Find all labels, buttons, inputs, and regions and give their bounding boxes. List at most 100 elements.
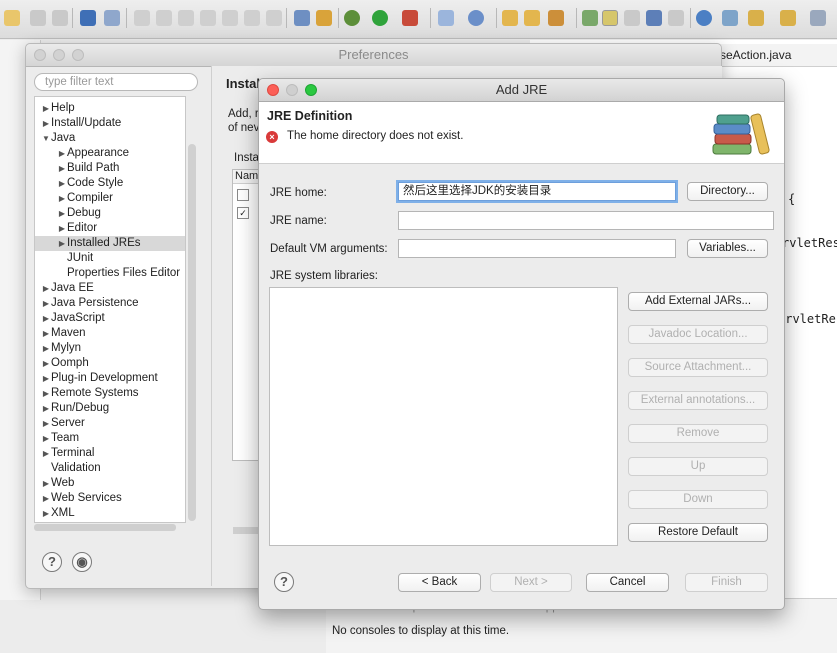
tree-item[interactable]: ▶ Terminal (35, 446, 185, 461)
chevron-right-icon[interactable]: ▶ (57, 191, 67, 206)
highlight-icon[interactable] (602, 10, 618, 26)
javadoc-location-button[interactable]: Javadoc Location... (628, 325, 768, 344)
close-button[interactable] (267, 84, 279, 96)
libraries-list[interactable] (269, 287, 618, 546)
zoom-button[interactable] (72, 49, 84, 61)
cancel-button[interactable]: Cancel (586, 573, 669, 592)
open-folder-icon[interactable] (524, 10, 540, 26)
chevron-right-icon[interactable]: ▶ (41, 341, 51, 356)
remove-button[interactable]: Remove (628, 424, 768, 443)
tree-item[interactable]: ▼Java (35, 131, 185, 146)
chevron-right-icon[interactable]: ▶ (41, 281, 51, 296)
new-file-icon[interactable] (4, 10, 20, 26)
open-type-icon[interactable] (502, 10, 518, 26)
jre-home-input[interactable]: 然后这里选择JDK的安装目录 (398, 182, 676, 201)
chevron-right-icon[interactable]: ▶ (57, 146, 67, 161)
tree-item[interactable]: ▶ Debug (35, 206, 185, 221)
import-export-icon[interactable]: ◉ (72, 552, 92, 572)
pin-icon[interactable] (722, 10, 738, 26)
chevron-right-icon[interactable]: ▶ (57, 176, 67, 191)
step-into-icon[interactable] (222, 10, 238, 26)
tree-item[interactable]: ▶ Help (35, 101, 185, 116)
tree-item[interactable]: ▶ Run/Debug (35, 401, 185, 416)
search-icon[interactable] (548, 10, 564, 26)
step-over-icon[interactable] (244, 10, 260, 26)
disconnect-icon[interactable] (200, 10, 216, 26)
tree-item[interactable]: ▶ Installed JREs (35, 236, 185, 251)
paragraph-icon[interactable] (668, 10, 684, 26)
tree-item[interactable]: ▶ Web Services (35, 491, 185, 506)
back-icon[interactable] (810, 10, 826, 26)
chevron-right-icon[interactable]: ▶ (41, 386, 51, 401)
finish-button[interactable]: Finish (685, 573, 768, 592)
task-icon[interactable] (80, 10, 96, 26)
chevron-down-icon[interactable]: ▼ (41, 131, 51, 146)
chevron-right-icon[interactable]: ▶ (57, 206, 67, 221)
chevron-right-icon[interactable]: ▶ (57, 221, 67, 236)
jre-checkbox-checked[interactable]: ✓ (237, 207, 249, 219)
tree-item[interactable]: JUnit (35, 251, 185, 266)
help-icon[interactable]: ? (274, 572, 294, 592)
filter-input[interactable]: type filter text (34, 73, 198, 91)
tree-item[interactable]: ▶ Web (35, 476, 185, 491)
tree-item[interactable]: ▶ Build Path (35, 161, 185, 176)
external-tools-icon[interactable] (402, 10, 418, 26)
previous-annotation-icon[interactable] (780, 10, 796, 26)
tree-item[interactable]: ▶ Install/Update (35, 116, 185, 131)
chevron-right-icon[interactable]: ▶ (41, 326, 51, 341)
chevron-right-icon[interactable]: ▶ (41, 416, 51, 431)
external-annotations-button[interactable]: External annotations... (628, 391, 768, 410)
directory-button[interactable]: Directory... (687, 182, 768, 201)
save-icon[interactable] (30, 10, 46, 26)
chevron-right-icon[interactable]: ▶ (41, 116, 51, 131)
resume-icon[interactable] (134, 10, 150, 26)
list-icon[interactable] (294, 10, 310, 26)
toggle-mark-icon[interactable] (624, 10, 640, 26)
jre-name-input[interactable] (398, 211, 774, 230)
chevron-right-icon[interactable]: ▶ (57, 236, 67, 251)
help-icon[interactable]: ? (42, 552, 62, 572)
next-annotation-icon[interactable] (748, 10, 764, 26)
chevron-right-icon[interactable]: ▶ (57, 161, 67, 176)
variables-button[interactable]: Variables... (687, 239, 768, 258)
back-button[interactable]: < Back (398, 573, 481, 592)
chevron-right-icon[interactable]: ▶ (41, 401, 51, 416)
tree-item[interactable]: ▶ Mylyn (35, 341, 185, 356)
show-whitespace-icon[interactable] (646, 10, 662, 26)
chevron-right-icon[interactable]: ▶ (41, 356, 51, 371)
tree-item[interactable]: Validation (35, 461, 185, 476)
chevron-right-icon[interactable]: ▶ (41, 296, 51, 311)
tree-item[interactable]: ▶ Java Persistence (35, 296, 185, 311)
tree-item[interactable]: ▶ XML (35, 506, 185, 521)
chevron-right-icon[interactable]: ▶ (41, 446, 51, 461)
chevron-right-icon[interactable]: ▶ (41, 311, 51, 326)
chevron-right-icon[interactable]: ▶ (41, 491, 51, 506)
skip-breakpoints-icon[interactable] (104, 10, 120, 26)
save-all-icon[interactable] (52, 10, 68, 26)
annotation-icon[interactable] (582, 10, 598, 26)
down-button[interactable]: Down (628, 490, 768, 509)
server-icon[interactable] (316, 10, 332, 26)
tree-item[interactable]: ▶ Compiler (35, 191, 185, 206)
jre-checkbox[interactable] (237, 189, 249, 201)
add-external-jars-button[interactable]: Add External JARs... (628, 292, 768, 311)
tree-item[interactable]: ▶ Java EE (35, 281, 185, 296)
tree-item[interactable]: ▶ Server (35, 416, 185, 431)
tree-item[interactable]: ▶ Maven (35, 326, 185, 341)
vm-args-input[interactable] (398, 239, 676, 258)
tree-item[interactable]: ▶ Plug-in Development (35, 371, 185, 386)
up-button[interactable]: Up (628, 457, 768, 476)
new-java-project-icon[interactable] (438, 10, 454, 26)
chevron-right-icon[interactable]: ▶ (41, 431, 51, 446)
globe-icon[interactable] (696, 10, 712, 26)
zoom-button[interactable] (305, 84, 317, 96)
chevron-right-icon[interactable]: ▶ (41, 506, 51, 521)
close-button[interactable] (34, 49, 46, 61)
tree-item[interactable]: ▶ Editor (35, 221, 185, 236)
tree-item[interactable]: ▶ Appearance (35, 146, 185, 161)
tree-item[interactable]: ▶ Code Style (35, 176, 185, 191)
chevron-right-icon[interactable]: ▶ (41, 476, 51, 491)
minimize-button[interactable] (286, 84, 298, 96)
tree-item[interactable]: ▶ Team (35, 431, 185, 446)
step-return-icon[interactable] (266, 10, 282, 26)
